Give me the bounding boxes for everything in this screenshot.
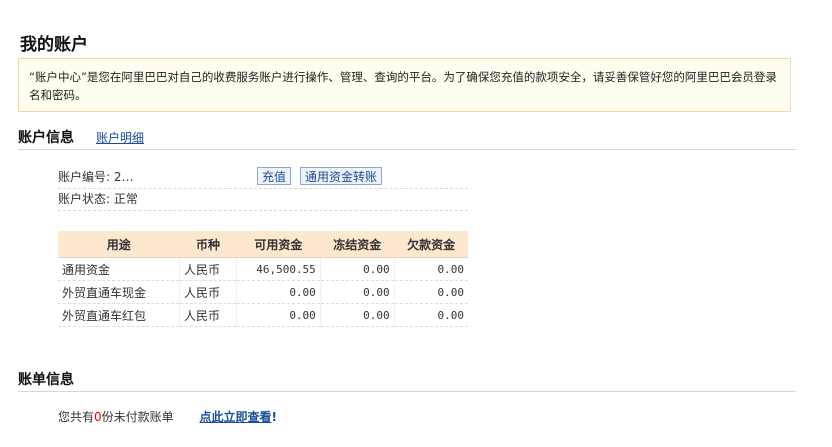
account-status-value: 正常 xyxy=(113,192,138,206)
unpaid-bills-line: 您共有0份未付款账单 点此立即查看! xyxy=(58,408,277,425)
recharge-button[interactable]: 充值 xyxy=(257,167,292,185)
notice-box: “账户中心”是您在阿里巴巴对自己的收费服务账户进行操作、管理、查询的平台。为了确… xyxy=(18,58,791,112)
col-usage-header: 用途 xyxy=(58,231,180,258)
notice-text: “账户中心”是您在阿里巴巴对自己的收费服务账户进行操作、管理、查询的平台。为了确… xyxy=(29,70,777,102)
account-status-row: 账户状态: 正常 xyxy=(58,188,468,211)
table-row: 通用资金 人民币 46,500.55 0.00 0.00 xyxy=(58,257,468,281)
table-row: 外贸直通车红包 人民币 0.00 0.00 0.00 xyxy=(58,303,468,327)
account-info-header: 账户信息 账户明细 xyxy=(18,127,796,150)
account-number-label: 账户编号: xyxy=(58,170,111,184)
page-title: 我的账户 xyxy=(20,35,88,55)
account-number-row: 账户编号: 2… 充值 通用资金转账 xyxy=(58,166,468,189)
bill-info-header: 账单信息 xyxy=(18,369,796,392)
available-cell: 0.00 xyxy=(235,303,321,327)
usage-cell: 通用资金 xyxy=(58,257,180,281)
frozen-cell: 0.00 xyxy=(319,257,395,281)
col-available-header: 可用资金 xyxy=(236,231,321,258)
funds-table: 用途 币种 可用资金 冻结资金 欠款资金 通用资金 人民币 46,500.55 … xyxy=(58,231,468,327)
bill-info-title: 账单信息 xyxy=(18,372,74,388)
available-cell: 46,500.55 xyxy=(235,257,321,281)
account-status-label: 账户状态: xyxy=(58,192,111,206)
bill-prefix: 您共有 xyxy=(58,410,95,424)
currency-cell: 人民币 xyxy=(179,257,237,281)
table-row: 外贸直通车现金 人民币 0.00 0.00 0.00 xyxy=(58,280,468,304)
usage-cell: 外贸直通车现金 xyxy=(58,280,180,304)
account-info-title: 账户信息 xyxy=(18,130,74,146)
funds-table-header: 用途 币种 可用资金 冻结资金 欠款资金 xyxy=(58,231,468,258)
frozen-cell: 0.00 xyxy=(319,280,395,304)
debt-cell: 0.00 xyxy=(393,303,468,327)
frozen-cell: 0.00 xyxy=(319,303,395,327)
transfer-button[interactable]: 通用资金转账 xyxy=(300,167,383,185)
account-number-value: 2… xyxy=(113,170,134,184)
debt-cell: 0.00 xyxy=(393,257,468,281)
unpaid-bill-count: 0 xyxy=(94,410,102,424)
currency-cell: 人民币 xyxy=(179,280,237,304)
exclamation-mark: ! xyxy=(271,410,277,424)
col-debt-header: 欠款资金 xyxy=(394,231,468,258)
bill-suffix: 份未付款账单 xyxy=(101,410,174,424)
usage-cell: 外贸直通车红包 xyxy=(58,303,180,327)
col-currency-header: 币种 xyxy=(179,231,237,258)
debt-cell: 0.00 xyxy=(393,280,468,304)
col-frozen-header: 冻结资金 xyxy=(320,231,395,258)
account-details-link[interactable]: 账户明细 xyxy=(96,129,144,146)
available-cell: 0.00 xyxy=(235,280,321,304)
view-bills-link[interactable]: 点此立即查看 xyxy=(200,410,272,424)
currency-cell: 人民币 xyxy=(179,303,237,327)
